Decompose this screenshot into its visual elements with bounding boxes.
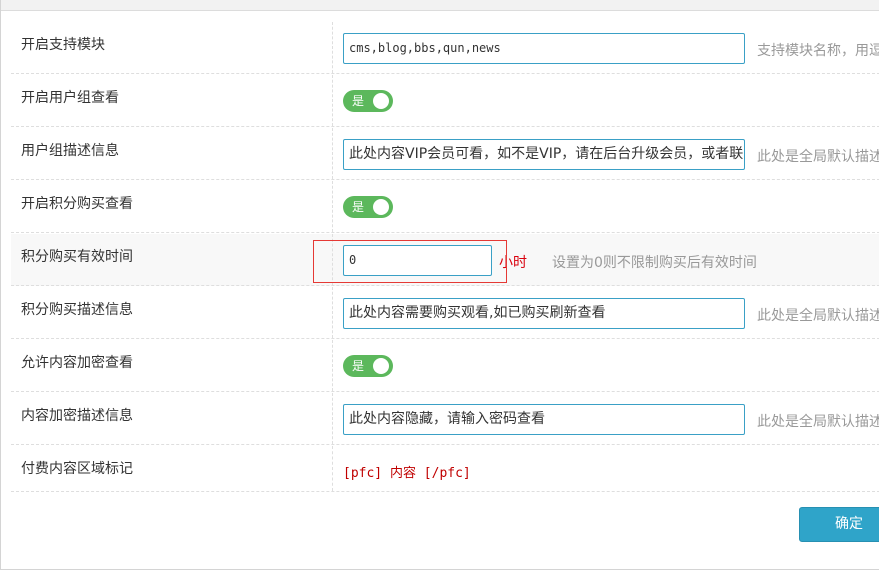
settings-panel: 开启支持模块 cms,blog,bbs,qun,news 支持模块名称，用逗号 … [0,0,879,570]
support-modules-input[interactable]: cms,blog,bbs,qun,news [343,33,745,64]
row-support-modules: 开启支持模块 cms,blog,bbs,qun,news 支持模块名称，用逗号 [11,22,879,74]
row-points-buy-view: 开启积分购买查看 是 [11,181,879,233]
row-usergroup-desc: 用户组描述信息 此处内容VIP会员可看，如不是VIP，请在后台升级会员，或者联系… [11,128,879,180]
row-paid-content-tag: 付费内容区域标记 [pfc] 内容 [/pfc] [11,446,879,492]
hint-support-modules: 支持模块名称，用逗号 [757,43,879,59]
label-usergroup-view: 开启用户组查看 [21,90,119,106]
usergroup-view-toggle[interactable]: 是 [343,90,393,112]
encrypt-desc-input[interactable]: 此处内容隐藏，请输入密码查看 [343,404,745,435]
top-bar [1,0,879,11]
label-points-buy-desc: 积分购买描述信息 [21,302,133,318]
toggle-knob [373,93,389,109]
label-points-buy-duration: 积分购买有效时间 [21,249,133,265]
hint-points-buy-duration: 设置为0则不限制购买后有效时间 [552,255,757,271]
label-points-buy-view: 开启积分购买查看 [21,196,133,212]
label-encrypt-desc: 内容加密描述信息 [21,408,133,424]
row-usergroup-view: 开启用户组查看 是 [11,75,879,127]
divider [332,340,333,391]
row-encrypt-view: 允许内容加密查看 是 [11,340,879,392]
divider [332,181,333,232]
row-encrypt-desc: 内容加密描述信息 此处内容隐藏，请输入密码查看 此处是全局默认描述 [11,393,879,445]
encrypt-view-toggle[interactable]: 是 [343,355,393,377]
hint-points-buy-desc: 此处是全局默认描述 [757,308,879,324]
toggle-text: 是 [352,94,365,108]
row-points-buy-desc: 积分购买描述信息 此处内容需要购买观看,如已购买刷新查看 此处是全局默认描述 [11,287,879,339]
label-encrypt-view: 允许内容加密查看 [21,355,133,371]
hint-usergroup-desc: 此处是全局默认描述 [757,149,879,165]
toggle-knob [373,358,389,374]
hint-encrypt-desc: 此处是全局默认描述 [757,414,879,430]
toggle-knob [373,199,389,215]
usergroup-desc-input[interactable]: 此处内容VIP会员可看，如不是VIP，请在后台升级会员，或者联系 [343,139,745,170]
confirm-button[interactable]: 确定 [799,507,879,542]
divider [332,393,333,444]
divider [332,22,333,73]
paid-content-tag-text: [pfc] 内容 [/pfc] [343,466,471,481]
toggle-text: 是 [352,200,365,214]
toggle-text: 是 [352,359,365,373]
label-paid-content-tag: 付费内容区域标记 [21,461,133,477]
divider [332,128,333,179]
label-usergroup-desc: 用户组描述信息 [21,143,119,159]
divider [332,446,333,491]
highlight-annotation-box [313,240,507,283]
label-support-modules: 开启支持模块 [21,37,105,53]
divider [332,75,333,126]
points-buy-desc-input[interactable]: 此处内容需要购买观看,如已购买刷新查看 [343,298,745,329]
divider [332,287,333,338]
points-buy-view-toggle[interactable]: 是 [343,196,393,218]
